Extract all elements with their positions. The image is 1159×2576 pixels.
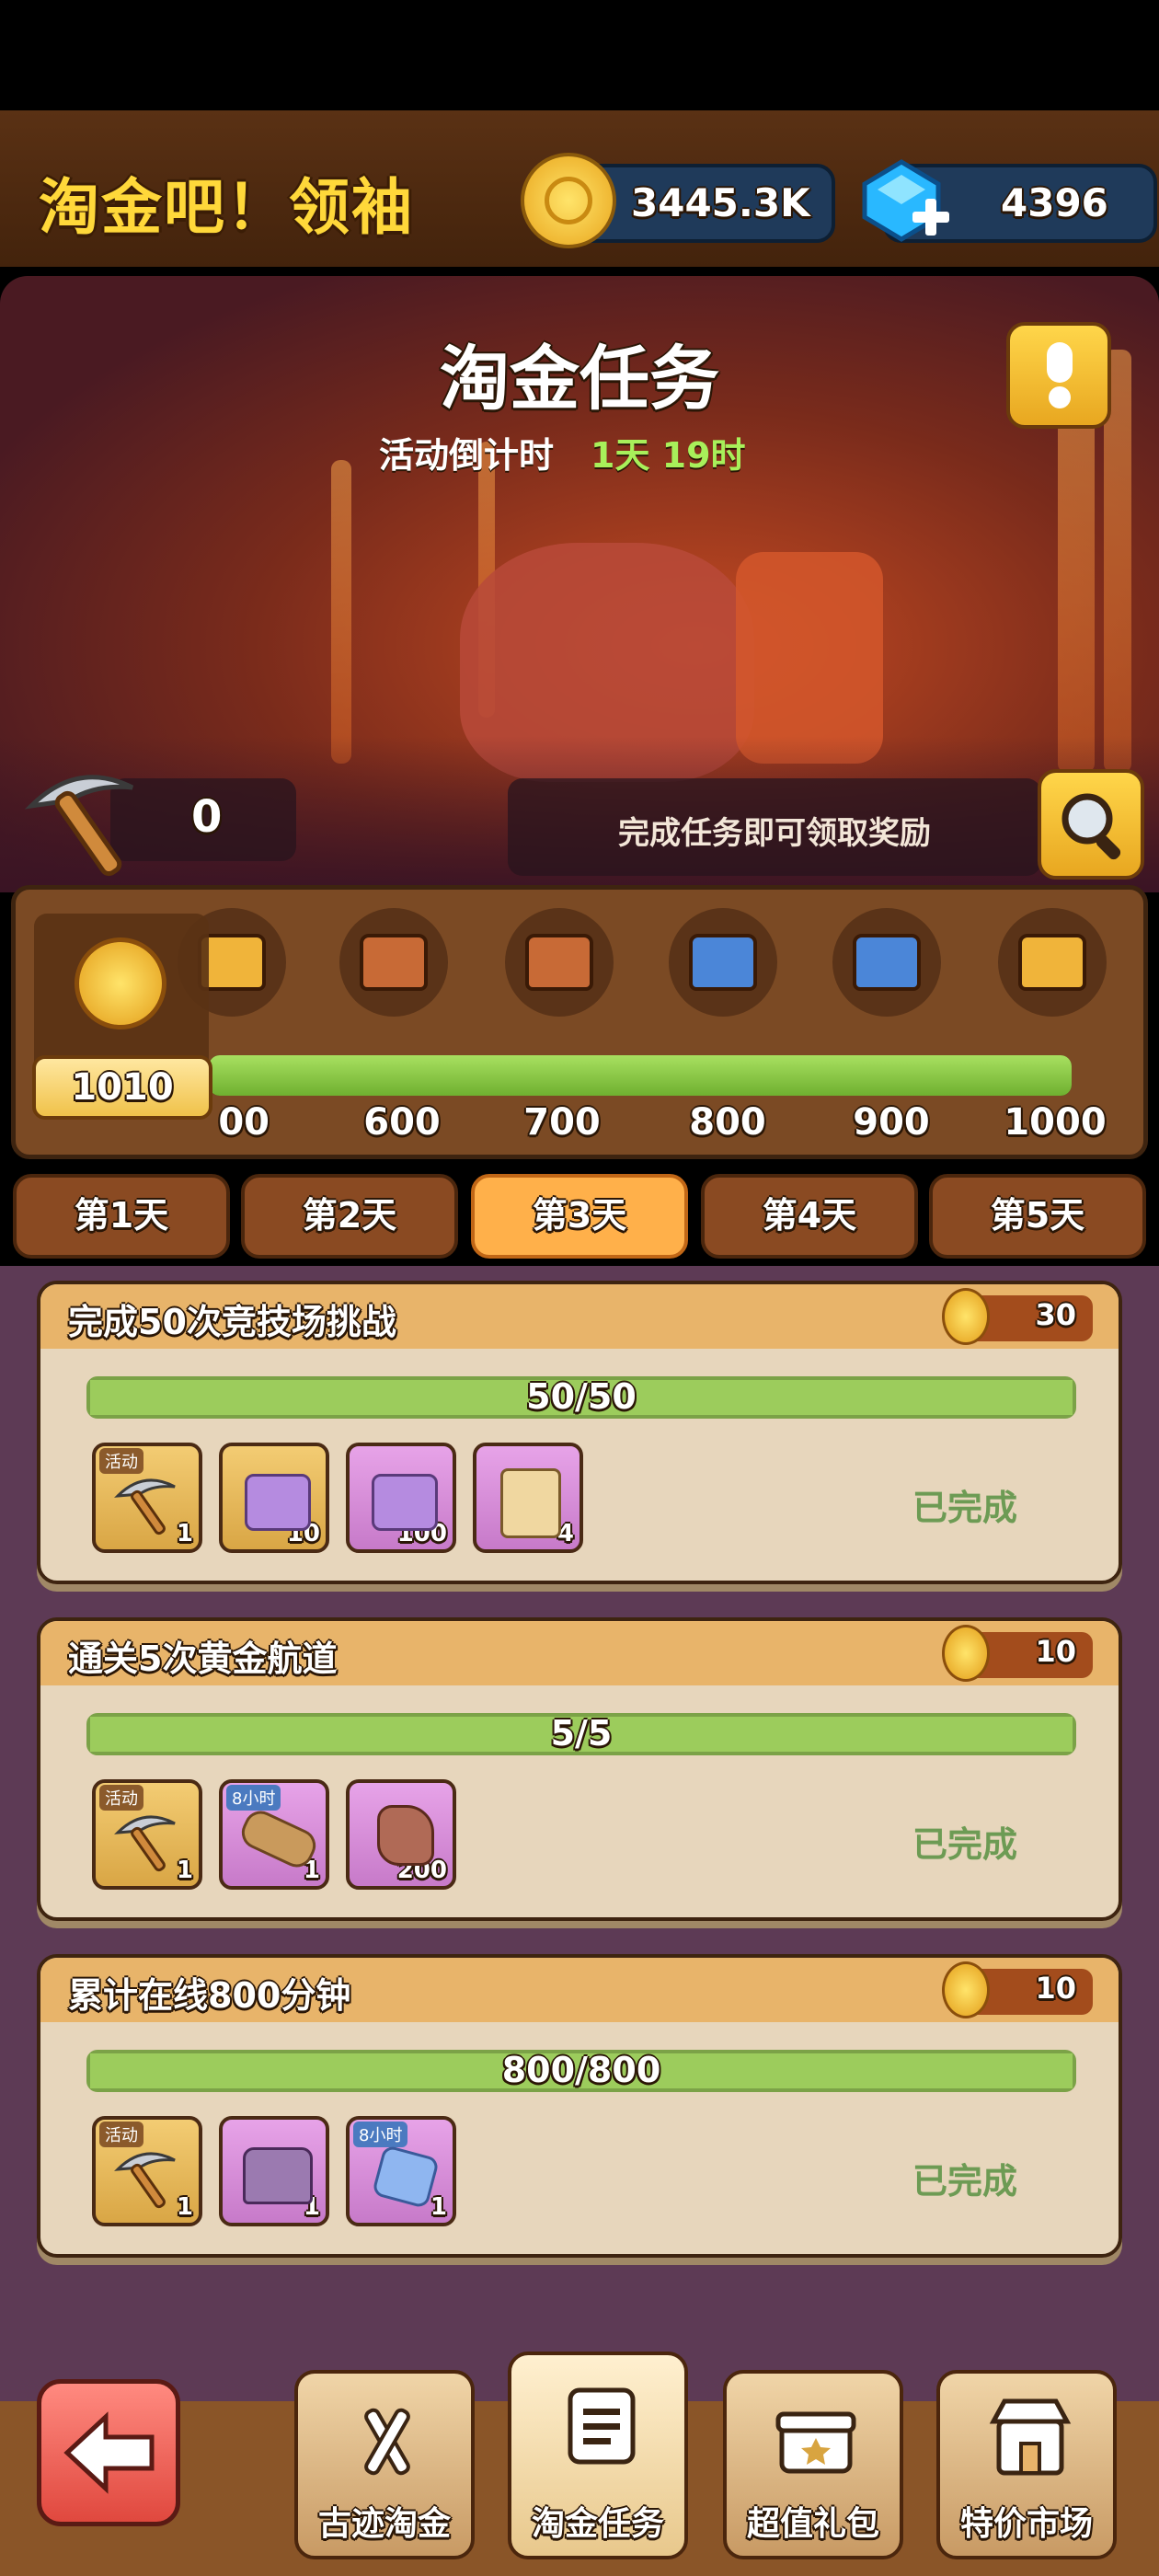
nav-gold-tasks[interactable]: 淘金任务 xyxy=(508,2352,688,2559)
chest-bronze-2[interactable] xyxy=(505,908,614,1017)
task-progress-text: 5/5 xyxy=(550,1713,613,1754)
gift-box-icon xyxy=(775,2411,856,2474)
task-status: 已完成 xyxy=(912,2161,1017,2202)
tab-day-3[interactable]: 第3天 xyxy=(471,1174,688,1259)
hammer-pick-icon xyxy=(364,2408,410,2476)
milestone-label: 700 xyxy=(523,1101,601,1144)
add-gems-icon[interactable] xyxy=(909,195,953,239)
current-points: 1010 xyxy=(71,1066,174,1109)
tab-day-5[interactable]: 第5天 xyxy=(929,1174,1146,1259)
task-title: 通关5次黄金航道 xyxy=(68,1639,338,1679)
points-badge: 1010 xyxy=(32,1055,212,1120)
milestone-progress-track xyxy=(209,1055,1072,1096)
reward-wood-logs-icon[interactable]: 8小时 1 xyxy=(219,1779,329,1890)
magnifier-icon xyxy=(1061,793,1121,860)
page-title: 淘金任务 xyxy=(440,338,719,420)
shop-icon xyxy=(989,2398,1072,2476)
milestone-label: 800 xyxy=(689,1101,766,1144)
reward-pickaxe-icon[interactable]: 活动 1 xyxy=(92,1779,202,1890)
task-points: 30 xyxy=(1035,1297,1076,1332)
reward-treasure-chest-icon[interactable]: 1 xyxy=(219,2116,329,2226)
gem-value: 4396 xyxy=(1001,180,1108,225)
nav-special-market[interactable]: 特价市场 xyxy=(936,2370,1117,2559)
medal-icon xyxy=(942,1625,990,1682)
reward-crystal-icon[interactable]: 8小时 1 xyxy=(346,2116,456,2226)
task-card: 通关5次黄金航道 10 5/5 活动 1 8小时 1 200 已完成 xyxy=(37,1617,1122,1921)
task-title: 完成50次竞技场挑战 xyxy=(68,1302,396,1342)
task-title: 累计在线800分钟 xyxy=(68,1975,351,2016)
milestone-label: 600 xyxy=(363,1101,441,1144)
reward-pickaxe-icon[interactable]: 活动 1 xyxy=(92,1443,202,1553)
medal-icon xyxy=(75,937,166,1029)
reward-scroll-icon[interactable]: 4 xyxy=(473,1443,583,1553)
milestone-label: 1000 xyxy=(1004,1101,1107,1144)
chest-bronze-1[interactable] xyxy=(339,908,448,1017)
pickaxe-count: 0 xyxy=(191,791,223,843)
task-points: 10 xyxy=(1035,1634,1076,1669)
clipboard-icon xyxy=(568,2387,636,2465)
task-progress-text: 50/50 xyxy=(526,1376,637,1417)
tab-day-1[interactable]: 第1天 xyxy=(13,1174,230,1259)
hint-text: 完成任务即可领取奖励 xyxy=(618,815,931,852)
task-status: 已完成 xyxy=(912,1824,1017,1865)
gold-coin-icon xyxy=(521,153,616,248)
chest-blue-1[interactable] xyxy=(669,908,777,1017)
nav-value-pack[interactable]: 超值礼包 xyxy=(723,2370,903,2559)
milestone-progress-fill xyxy=(209,1055,1072,1096)
reward-purple-shirt-plus-icon[interactable]: 10 xyxy=(219,1443,329,1553)
back-button[interactable] xyxy=(37,2379,180,2526)
tab-day-4[interactable]: 第4天 xyxy=(701,1174,918,1259)
medal-icon xyxy=(942,1961,990,2018)
countdown-label: 活动倒计时 xyxy=(379,435,555,476)
back-arrow-icon xyxy=(63,2411,155,2494)
task-card: 完成50次竞技场挑战 30 50/50 活动 1 10 100 4 已完成 xyxy=(37,1281,1122,1584)
reward-purple-shirt-plus-icon[interactable]: 100 xyxy=(346,1443,456,1553)
game-title: 淘金吧！领袖 xyxy=(39,172,414,243)
tab-day-2[interactable]: 第2天 xyxy=(241,1174,458,1259)
task-status: 已完成 xyxy=(912,1488,1017,1528)
milestone-label: 900 xyxy=(853,1101,930,1144)
search-button[interactable] xyxy=(1038,769,1144,880)
milestone-panel: 00 600 700 800 900 1000 1010 xyxy=(11,885,1148,1159)
medal-icon xyxy=(942,1288,990,1345)
countdown-value: 1天 19时 xyxy=(591,435,746,476)
reward-ore-icon[interactable]: 200 xyxy=(346,1779,456,1890)
task-progress-text: 800/800 xyxy=(501,2050,661,2090)
info-button[interactable] xyxy=(1006,322,1111,429)
task-points: 10 xyxy=(1035,1971,1076,2006)
gold-value: 3445.3K xyxy=(631,180,810,225)
pickaxe-icon xyxy=(22,760,142,883)
hint-bar: 完成任务即可领取奖励 xyxy=(508,778,1041,876)
chest-blue-2[interactable] xyxy=(832,908,941,1017)
nav-ruins-gold[interactable]: 古迹淘金 xyxy=(294,2370,475,2559)
exclamation-icon xyxy=(1047,342,1073,408)
reward-pickaxe-icon[interactable]: 活动 1 xyxy=(92,2116,202,2226)
task-card: 累计在线800分钟 10 800/800 活动 1 1 8小时 1 已完成 xyxy=(37,1954,1122,2258)
chest-gold-2[interactable] xyxy=(998,908,1107,1017)
